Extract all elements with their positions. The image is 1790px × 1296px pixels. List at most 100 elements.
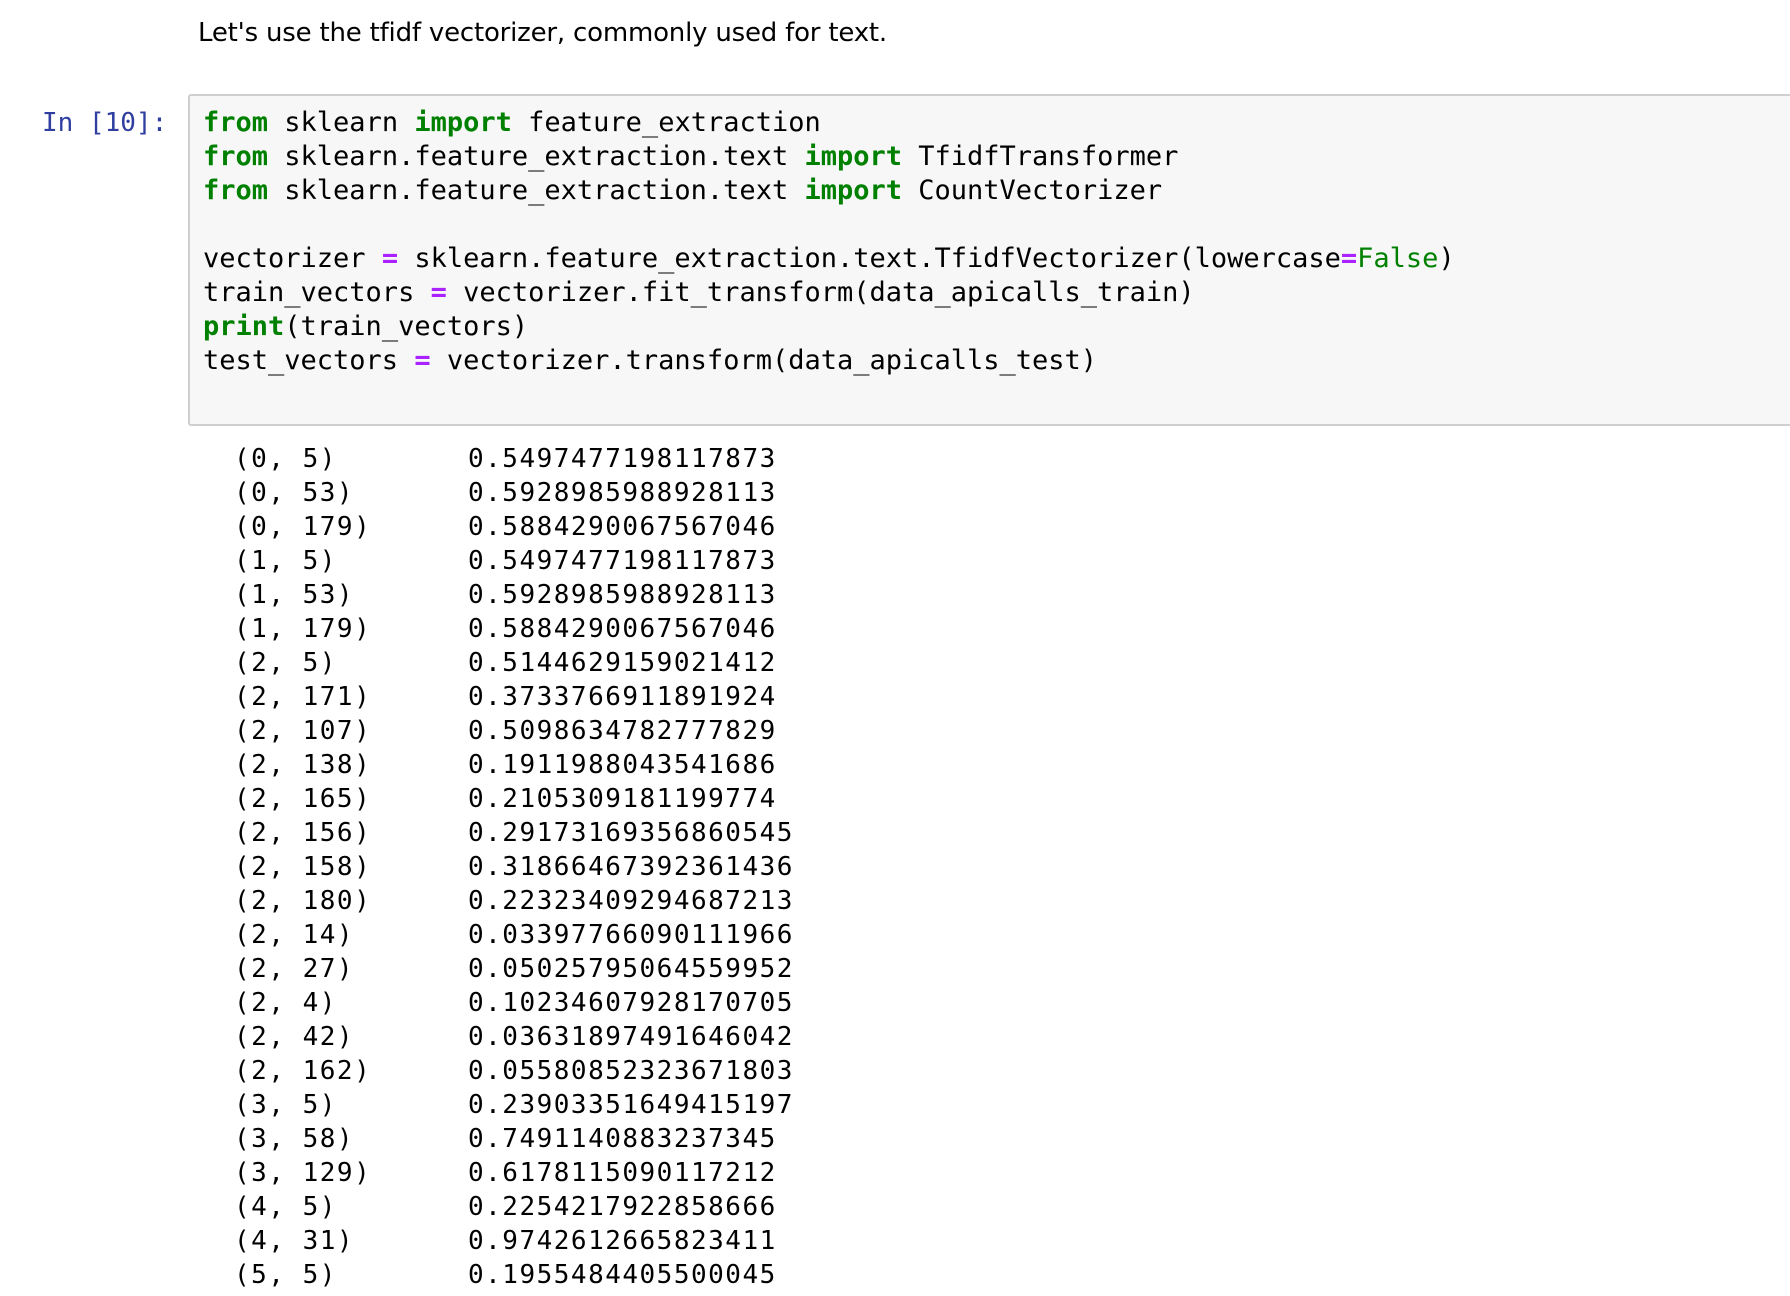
output-value: 0.5928985988928113 xyxy=(468,478,777,508)
output-index: (2, 180) xyxy=(234,886,372,916)
output-value: 0.9742612665823411 xyxy=(468,1226,777,1256)
operator-assign: = xyxy=(430,277,447,308)
output-value: 0.03631897491646042 xyxy=(468,1022,794,1052)
output-value: 0.31866467392361436 xyxy=(468,852,794,882)
code-text: CountVectorizer xyxy=(902,175,1163,206)
code-text: sklearn.feature_extraction.text xyxy=(268,175,805,206)
code-lines: from sklearn import feature_extraction fr… xyxy=(203,106,1455,378)
output-value: 0.5884290067567046 xyxy=(468,512,777,542)
code-text: vectorizer xyxy=(203,243,382,274)
output-index: (3, 58) xyxy=(234,1124,355,1154)
code-line-6: train_vectors = vectorizer.fit_transform… xyxy=(203,276,1455,310)
output-row: (4, 31) 0.9742612665823411 xyxy=(234,1224,794,1258)
output-index: (0, 5) xyxy=(234,444,337,474)
keyword-from: from xyxy=(203,175,269,206)
output-row: (2, 4) 0.10234607928170705 xyxy=(234,986,794,1020)
output-index: (2, 107) xyxy=(234,716,372,746)
output-row: (0, 179) 0.5884290067567046 xyxy=(234,510,794,544)
keyword-import: import xyxy=(414,107,512,138)
output-value: 0.5497477198117873 xyxy=(468,546,777,576)
code-text: TfidfTransformer xyxy=(902,141,1179,172)
output-index: (0, 53) xyxy=(234,478,355,508)
output-row: (3, 58) 0.7491140883237345 xyxy=(234,1122,794,1156)
output-value: 0.5928985988928113 xyxy=(468,580,777,610)
code-text: sklearn xyxy=(268,107,415,138)
output-index: (1, 179) xyxy=(234,614,372,644)
output-index: (2, 4) xyxy=(234,988,337,1018)
output-value: 0.5884290067567046 xyxy=(468,614,777,644)
output-value: 0.2254217922858666 xyxy=(468,1192,777,1222)
output-value: 0.03397766090111966 xyxy=(468,920,794,950)
output-row: (3, 5) 0.23903351649415197 xyxy=(234,1088,794,1122)
output-row: (2, 14) 0.03397766090111966 xyxy=(234,918,794,952)
output-value: 0.05580852323671803 xyxy=(468,1056,794,1086)
output-value: 0.29173169356860545 xyxy=(468,818,794,848)
code-cell-editor[interactable]: from sklearn import feature_extraction fr… xyxy=(188,94,1790,426)
output-row: (2, 5) 0.5144629159021412 xyxy=(234,646,794,680)
code-line-7: print(train_vectors) xyxy=(203,310,1455,344)
output-row: (2, 158) 0.31866467392361436 xyxy=(234,850,794,884)
output-value: 0.1955484405500045 xyxy=(468,1260,777,1290)
output-row: (2, 180) 0.22323409294687213 xyxy=(234,884,794,918)
output-index: (2, 156) xyxy=(234,818,372,848)
code-line-1: from sklearn import feature_extraction xyxy=(203,106,1455,140)
output-index: (2, 5) xyxy=(234,648,337,678)
output-row: (1, 5) 0.5497477198117873 xyxy=(234,544,794,578)
code-text: feature_extraction xyxy=(511,107,821,138)
code-line-4-blank: ​ xyxy=(203,208,1455,242)
output-index: (2, 42) xyxy=(234,1022,355,1052)
operator-assign: = xyxy=(1340,243,1358,274)
markdown-text: Let's use the tfidf vectorizer, commonly… xyxy=(198,18,887,48)
code-text: test_vectors xyxy=(203,345,415,376)
code-text: ) xyxy=(1438,243,1455,274)
code-line-3: from sklearn.feature_extraction.text imp… xyxy=(203,174,1455,208)
output-value: 0.1911988043541686 xyxy=(468,750,777,780)
output-index: (2, 138) xyxy=(234,750,372,780)
output-row: (4, 5) 0.2254217922858666 xyxy=(234,1190,794,1224)
output-index: (2, 158) xyxy=(234,852,372,882)
output-index: (1, 53) xyxy=(234,580,355,610)
output-row: (2, 162) 0.05580852323671803 xyxy=(234,1054,794,1088)
output-value: 0.2105309181199774 xyxy=(468,784,777,814)
keyword-from: from xyxy=(203,141,269,172)
output-value: 0.3733766911891924 xyxy=(468,682,777,712)
code-text: vectorizer.transform(data_apicalls_test) xyxy=(430,345,1098,376)
output-index: (2, 171) xyxy=(234,682,372,712)
output-row: (2, 27) 0.05025795064559952 xyxy=(234,952,794,986)
code-line-2: from sklearn.feature_extraction.text imp… xyxy=(203,140,1455,174)
code-text: vectorizer.fit_transform(data_apicalls_t… xyxy=(446,277,1195,308)
output-value: 0.10234607928170705 xyxy=(468,988,794,1018)
output-row: (0, 5) 0.5497477198117873 xyxy=(234,442,794,476)
keyword-print: print xyxy=(203,311,285,342)
output-value: 0.5497477198117873 xyxy=(468,444,777,474)
output-value: 0.6178115090117212 xyxy=(468,1158,777,1188)
output-index: (1, 5) xyxy=(234,546,337,576)
output-index: (2, 165) xyxy=(234,784,372,814)
output-index: (2, 162) xyxy=(234,1056,372,1086)
code-text: train_vectors xyxy=(203,277,431,308)
output-value: 0.23903351649415197 xyxy=(468,1090,794,1120)
code-text: sklearn.feature_extraction.text.TfidfVec… xyxy=(398,243,1341,274)
operator-assign: = xyxy=(381,243,399,274)
input-prompt: In [10]: xyxy=(42,108,168,138)
output-index: (5, 5) xyxy=(234,1260,337,1290)
code-text: (train_vectors) xyxy=(284,311,529,342)
output-index: (4, 31) xyxy=(234,1226,355,1256)
output-row: (2, 156) 0.29173169356860545 xyxy=(234,816,794,850)
operator-assign: = xyxy=(414,345,431,376)
keyword-import: import xyxy=(804,175,903,206)
output-row: (1, 179) 0.5884290067567046 xyxy=(234,612,794,646)
output-value: 0.5144629159021412 xyxy=(468,648,777,678)
output-index: (3, 5) xyxy=(234,1090,337,1120)
code-text: sklearn.feature_extraction.text xyxy=(268,141,805,172)
code-line-5: vectorizer = sklearn.feature_extraction.… xyxy=(203,242,1455,276)
output-value: 0.22323409294687213 xyxy=(468,886,794,916)
output-row: (2, 171) 0.3733766911891924 xyxy=(234,680,794,714)
constant-false: False xyxy=(1357,243,1439,274)
output-row: (2, 42) 0.03631897491646042 xyxy=(234,1020,794,1054)
output-index: (4, 5) xyxy=(234,1192,337,1222)
output-index: (3, 129) xyxy=(234,1158,372,1188)
code-line-8: test_vectors = vectorizer.transform(data… xyxy=(203,344,1455,378)
output-row: (2, 138) 0.1911988043541686 xyxy=(234,748,794,782)
output-row: (1, 53) 0.5928985988928113 xyxy=(234,578,794,612)
